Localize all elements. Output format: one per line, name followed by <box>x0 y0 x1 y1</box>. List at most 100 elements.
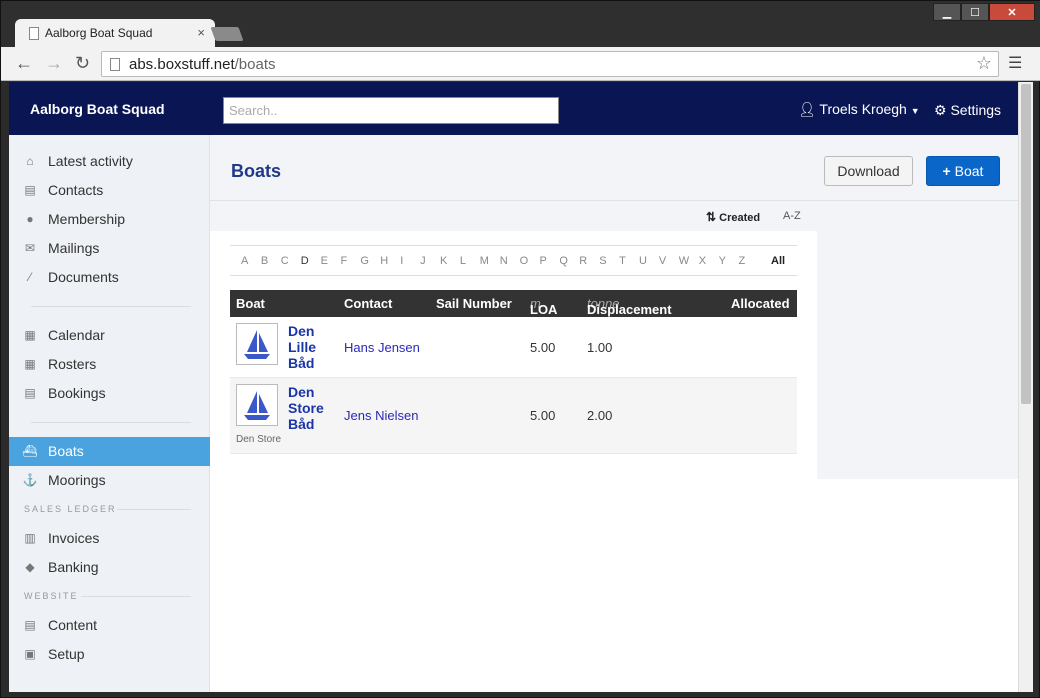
alphabet-letter-m[interactable]: M <box>480 255 489 267</box>
boat-name-line: Den <box>288 384 315 400</box>
sort-created-label: Created <box>719 212 761 224</box>
alphabet-letter-y[interactable]: Y <box>719 255 726 267</box>
user-menu[interactable]: 👤︎ Troels Kroegh ▼ <box>798 101 920 118</box>
alphabet-letter-s[interactable]: S <box>599 255 606 267</box>
alphabet-letter-n[interactable]: N <box>500 255 508 267</box>
sidebar-item-contacts[interactable]: ▤ Contacts <box>9 176 210 205</box>
col-allocated[interactable]: Allocated <box>731 296 790 311</box>
document-icon: ⁄ <box>28 270 31 284</box>
sidebar-item-bookings[interactable]: ▤ Bookings <box>9 379 210 408</box>
sidebar-item-label: Boats <box>48 443 84 459</box>
browser-window: Aalborg Boat Squad × ▁ ☐ ✕ ← → ↻ abs.box… <box>0 0 1040 698</box>
sidebar-item-calendar[interactable]: ▦ Calendar <box>9 321 210 350</box>
alphabet-letter-l[interactable]: L <box>460 255 466 267</box>
sidebar-item-documents[interactable]: ⁄ Documents <box>9 263 210 292</box>
boat-icon: ⛴ <box>22 444 38 458</box>
tab-close-icon[interactable]: × <box>197 25 205 40</box>
boat-name-link[interactable]: Den Store Båd <box>288 384 328 432</box>
alphabet-letter-f[interactable]: F <box>341 255 348 267</box>
close-window-icon[interactable]: ✕ <box>989 3 1035 21</box>
alphabet-letter-c[interactable]: C <box>281 255 289 267</box>
add-boat-button[interactable]: + Boat <box>926 156 1000 186</box>
alphabet-letter-k[interactable]: K <box>440 255 447 267</box>
page-favicon-icon <box>29 27 39 40</box>
table-row[interactable]: Den Lille Båd Hans Jensen 5.00 1.00 <box>230 317 797 378</box>
col-sail-number[interactable]: Sail Number <box>436 296 512 311</box>
alphabet-letter-o[interactable]: O <box>520 255 529 267</box>
alphabet-letter-v[interactable]: V <box>659 255 666 267</box>
alphabet-letter-z[interactable]: Z <box>739 255 746 267</box>
address-bar[interactable]: abs.boxstuff.net/boats ☆ <box>101 51 999 77</box>
download-button[interactable]: Download <box>824 156 913 186</box>
page-viewport: Aalborg Boat Squad 👤︎ Troels Kroegh ▼ ⚙ … <box>9 82 1018 692</box>
sidebar-item-invoices[interactable]: ▥ Invoices <box>9 524 210 553</box>
browser-tab[interactable]: Aalborg Boat Squad × <box>15 19 215 47</box>
alphabet-letter-q[interactable]: Q <box>559 255 568 267</box>
loa-cell: 5.00 <box>530 340 556 355</box>
alphabet-letter-g[interactable]: G <box>360 255 369 267</box>
sidebar-item-moorings[interactable]: ⚓ Moorings <box>9 466 210 495</box>
alphabet-all[interactable]: All <box>771 255 785 267</box>
new-tab-button[interactable] <box>210 27 244 41</box>
col-loa-label: LOA <box>530 302 558 317</box>
sidebar-heading-line <box>81 596 191 597</box>
user-name: Troels Kroegh <box>819 101 907 117</box>
contact-link[interactable]: Hans Jensen <box>344 340 420 355</box>
back-arrow-icon[interactable]: ← <box>15 53 33 74</box>
search-input[interactable] <box>223 97 559 124</box>
sidebar-item-content[interactable]: ▤ Content <box>9 611 210 640</box>
settings-link[interactable]: ⚙ Settings <box>934 102 1001 119</box>
col-contact[interactable]: Contact <box>344 296 392 311</box>
alphabet-letter-r[interactable]: R <box>579 255 587 267</box>
contact-link[interactable]: Jens Nielsen <box>344 408 418 423</box>
table-row[interactable]: Den Store Båd Den Store Jens Nielsen 5.0… <box>230 378 797 454</box>
alphabet-letter-d[interactable]: D <box>301 255 309 267</box>
minimize-icon[interactable]: ▁ <box>933 3 961 21</box>
browser-menu-icon[interactable]: ☰ <box>1008 53 1022 73</box>
brand-logo[interactable]: Aalborg Boat Squad <box>30 101 165 117</box>
reload-icon[interactable]: ↻ <box>75 53 90 74</box>
alphabet-letter-e[interactable]: E <box>321 255 328 267</box>
maximize-icon[interactable]: ☐ <box>961 3 989 21</box>
scrollbar-thumb[interactable] <box>1021 84 1031 404</box>
alphabet-letter-b[interactable]: B <box>261 255 268 267</box>
sidebar-item-banking[interactable]: ◆ Banking <box>9 553 210 582</box>
loa-cell: 5.00 <box>530 408 556 423</box>
sidebar-item-rosters[interactable]: ▦ Rosters <box>9 350 210 379</box>
sidebar-item-label: Mailings <box>48 240 100 256</box>
boat-thumbnail[interactable] <box>236 384 278 426</box>
roster-icon: ▦ <box>24 357 36 371</box>
col-displacement[interactable]: Displacement tonne <box>587 296 672 317</box>
alphabet-letter-u[interactable]: U <box>639 255 647 267</box>
col-displacement-label: Displacement <box>587 302 672 317</box>
alphabet-letter-w[interactable]: W <box>679 255 689 267</box>
forward-arrow-icon[interactable]: → <box>45 53 63 74</box>
page-header: Boats Download + Boat <box>210 135 1018 201</box>
user-icon: 👤︎ <box>798 101 816 117</box>
boat-name-link[interactable]: Den Lille Båd <box>288 323 328 371</box>
sort-created-link[interactable]: ⇅ Created <box>706 210 760 224</box>
home-icon: ⌂ <box>26 154 34 168</box>
alphabet-letter-j[interactable]: J <box>420 255 426 267</box>
sidebar-item-setup[interactable]: ▣ Setup <box>9 640 210 669</box>
col-boat[interactable]: Boat <box>236 296 265 311</box>
bookmark-star-icon[interactable]: ☆ <box>976 53 992 74</box>
sidebar-item-latest-activity[interactable]: ⌂ Latest activity <box>9 147 210 176</box>
alphabet-letter-t[interactable]: T <box>619 255 626 267</box>
sidebar-item-mailings[interactable]: ✉ Mailings <box>9 234 210 263</box>
title-bar: Aalborg Boat Squad × ▁ ☐ ✕ <box>1 1 1040 47</box>
alphabet-letter-i[interactable]: I <box>400 255 403 267</box>
col-loa[interactable]: LOA m <box>530 296 557 317</box>
boat-name-line: Den <box>288 323 315 339</box>
boat-thumbnail[interactable] <box>236 323 278 365</box>
right-panel <box>817 201 1018 479</box>
sort-az-link[interactable]: A-Z <box>783 210 801 222</box>
page-scrollbar[interactable] <box>1018 82 1033 692</box>
alphabet-letter-x[interactable]: X <box>699 255 706 267</box>
sailboat-icon <box>244 391 270 420</box>
sidebar-item-boats[interactable]: ⛴ Boats <box>9 437 210 466</box>
alphabet-letter-a[interactable]: A <box>241 255 248 267</box>
alphabet-letter-h[interactable]: H <box>380 255 388 267</box>
sidebar-item-membership[interactable]: ● Membership <box>9 205 210 234</box>
alphabet-letter-p[interactable]: P <box>540 255 547 267</box>
